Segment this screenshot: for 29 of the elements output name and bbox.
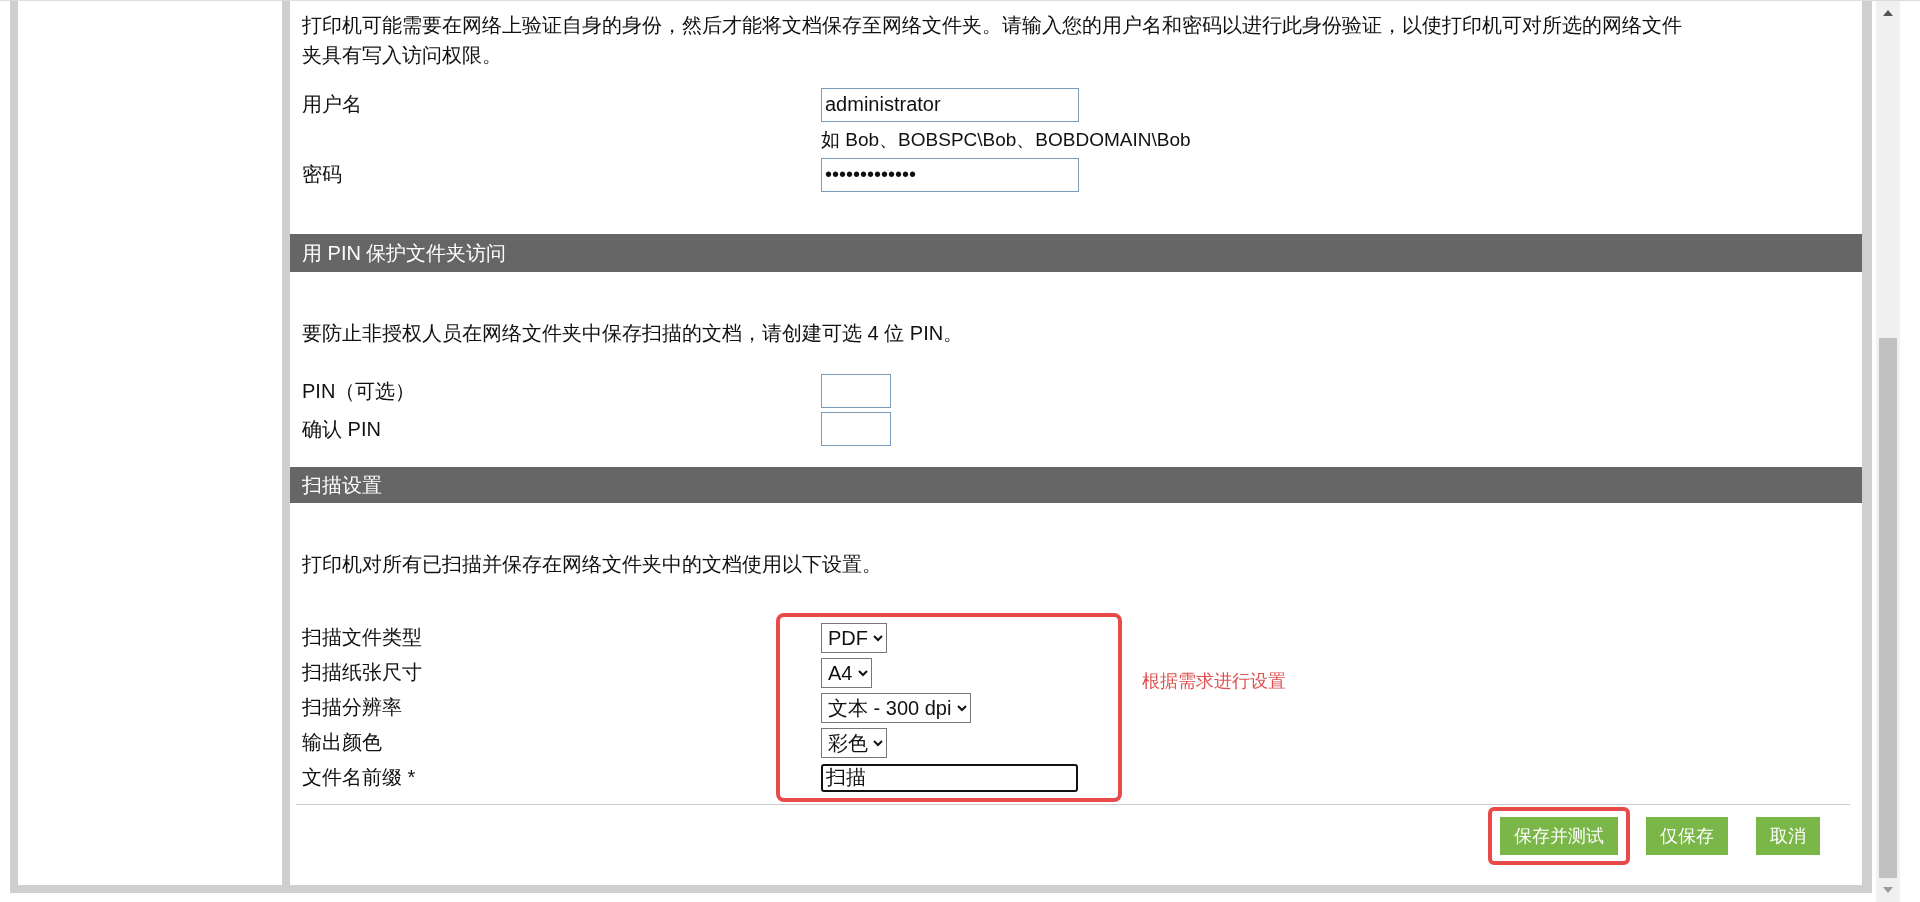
- input-field[interactable]: 扫描: [821, 763, 1078, 792]
- dropdown[interactable]: PDF: [821, 622, 887, 653]
- section-header: 扫描设置: [290, 467, 1862, 503]
- input-field[interactable]: •••••••••••••: [821, 157, 1079, 192]
- input-field[interactable]: administrator: [821, 87, 1079, 122]
- field-label: 确认 PIN: [302, 416, 382, 442]
- field-label: PIN（可选）: [302, 378, 417, 404]
- dropdown[interactable]: 彩色: [821, 727, 887, 758]
- intro-text: 打印机可能需要在网络上验证自身的身份，然后才能将文档保存至网络文件夹。请输入您的用户名和密码以进行此身份验证，以使打印机可对所选的网络文件夹具有写入访问权限。: [301, 13, 1683, 68]
- section-header: 用 PIN 保护文件夹访问: [290, 234, 1862, 272]
- dropdown[interactable]: A4: [821, 657, 872, 688]
- section-description: 打印机对所有已扫描并保存在网络文件夹中的文档使用以下设置。: [301, 552, 883, 577]
- hint-text: 如 Bob、BOBSPC\Bob、BOBDOMAIN\Bob: [821, 127, 1191, 152]
- annotation-note: 根据需求进行设置: [1142, 670, 1286, 693]
- scrollbar[interactable]: [1876, 1, 1900, 902]
- field-label: 用户名: [302, 92, 363, 117]
- field-label: 扫描文件类型: [302, 625, 423, 650]
- input-field[interactable]: [821, 374, 891, 408]
- dropdown[interactable]: 文本 - 300 dpi: [821, 692, 971, 723]
- field-label: 输出颜色: [302, 730, 383, 755]
- section-description: 要防止非授权人员在网络文件夹中保存扫描的文档，请创建可选 4 位 PIN。: [301, 321, 965, 346]
- field-label: 密码: [302, 162, 343, 187]
- input-field[interactable]: [821, 412, 891, 446]
- scroll-up-icon[interactable]: [1882, 9, 1894, 17]
- field-label: 文件名前缀 *: [302, 765, 417, 790]
- field-label: 扫描纸张尺寸: [302, 660, 423, 685]
- field-label: 扫描分辨率: [302, 695, 403, 720]
- scrollbar-thumb[interactable]: [1879, 338, 1897, 878]
- scroll-down-icon[interactable]: [1882, 886, 1894, 894]
